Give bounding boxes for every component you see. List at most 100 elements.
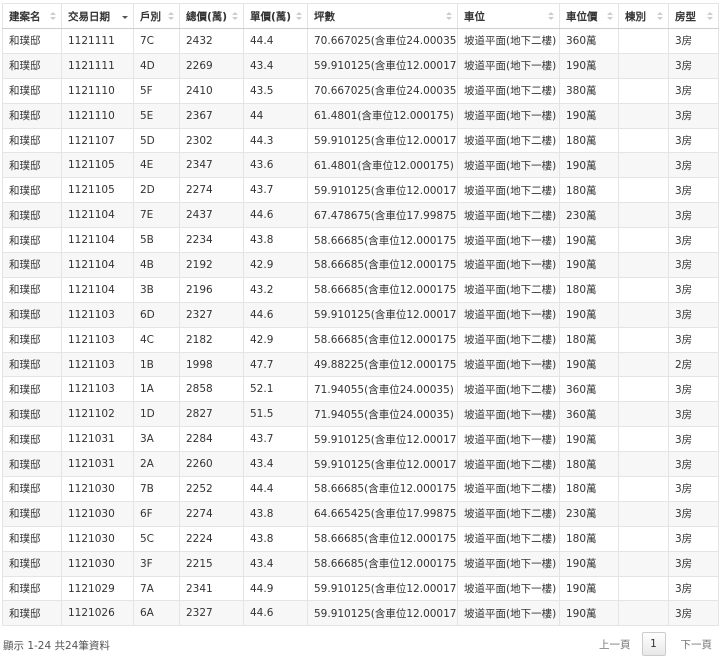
table-cell: 3房 xyxy=(668,276,719,303)
table-row[interactable]: 和璞邸 1121029 7A 2341 44.9 59.910125(含車位12.0001… xyxy=(2,575,719,602)
table-row[interactable]: 和璞邸 1121104 3B 2196 43.2 58.66685(含車位12.00017… xyxy=(2,276,719,303)
table-cell: 1121105 xyxy=(61,177,134,204)
table-cell: 1121107 xyxy=(61,127,134,154)
column-header[interactable]: 棟別 xyxy=(618,3,669,29)
table-cell: 1121110 xyxy=(61,102,134,129)
table-cell: 和璞邸 xyxy=(2,550,62,577)
sort-icon[interactable] xyxy=(707,12,713,22)
table-cell: 2192 xyxy=(179,252,244,278)
table-cell xyxy=(618,177,669,204)
table-row[interactable]: 和璞邸 1121031 2A 2260 43.4 59.910125(含車位12.0001… xyxy=(2,451,719,478)
sort-icon[interactable] xyxy=(232,12,238,22)
table-cell: 1121111 xyxy=(61,52,134,79)
column-header[interactable]: 建案名 xyxy=(2,3,62,29)
table-cell: 1121030 xyxy=(61,500,134,527)
table-row[interactable]: 和璞邸 1121110 5E 2367 44 61.4801(含車位12.000175) 坡… xyxy=(2,102,719,129)
column-header[interactable]: 車位 xyxy=(457,3,560,29)
table-row[interactable]: 和璞邸 1121102 1D 2827 51.5 71.94055(含車位24.00035… xyxy=(2,401,719,428)
table-cell: 71.94055(含車位24.00035) xyxy=(307,376,458,403)
table-cell xyxy=(618,351,669,378)
table-cell xyxy=(618,326,669,353)
table-row[interactable]: 和璞邸 1121103 1B 1998 47.7 49.88225(含車位12.00017… xyxy=(2,351,719,378)
table-cell: 2410 xyxy=(179,77,244,104)
table-cell: 7B xyxy=(133,476,180,502)
table-row[interactable]: 和璞邸 1121103 1A 2858 52.1 71.94055(含車位24.00035… xyxy=(2,376,719,403)
table-cell: 1121102 xyxy=(61,401,134,428)
table-row[interactable]: 和璞邸 1121107 5D 2302 44.3 59.910125(含車位12.0001… xyxy=(2,127,719,154)
table-cell: 43.5 xyxy=(243,77,308,104)
table-row[interactable]: 和璞邸 1121030 7B 2252 44.4 58.66685(含車位12.00017… xyxy=(2,476,719,502)
table-cell: 1121111 xyxy=(61,28,134,54)
table-cell: 和璞邸 xyxy=(2,152,62,179)
table-cell xyxy=(618,227,669,254)
table-cell: 坡道平面(地下一樓) xyxy=(457,301,560,328)
table-cell: 和璞邸 xyxy=(2,476,62,502)
table-cell: 180萬 xyxy=(559,127,619,154)
table-row[interactable]: 和璞邸 1121105 2D 2274 43.7 59.910125(含車位12.0001… xyxy=(2,177,719,204)
column-header[interactable]: 房型 xyxy=(668,3,719,29)
next-page-button[interactable]: 下一頁 xyxy=(681,637,713,652)
table-row[interactable]: 和璞邸 1121105 4E 2347 43.6 61.4801(含車位12.000175… xyxy=(2,152,719,179)
table-cell: 4D xyxy=(133,52,180,79)
table-row[interactable]: 和璞邸 1121104 4B 2192 42.9 58.66685(含車位12.00017… xyxy=(2,252,719,278)
table-row[interactable]: 和璞邸 1121030 6F 2274 43.8 64.665425(含車位17.9987… xyxy=(2,500,719,527)
table-row[interactable]: 和璞邸 1121111 7C 2432 44.4 70.667025(含車位24.0003… xyxy=(2,28,719,54)
column-header[interactable]: 戶別 xyxy=(133,3,180,29)
table-cell: 180萬 xyxy=(559,276,619,303)
sort-icon[interactable] xyxy=(168,12,174,22)
sort-icon[interactable] xyxy=(548,12,554,22)
table-cell: 3A xyxy=(133,426,180,453)
table-cell: 3房 xyxy=(668,326,719,353)
table-cell: 2432 xyxy=(179,28,244,54)
page-1-button[interactable]: 1 xyxy=(641,632,666,656)
header-row: 建案名 交易日期 戶別 總價(萬) 單價(萬) 坪數 車位 車位價 棟別 房型 xyxy=(2,3,719,29)
column-header-label: 坪數 xyxy=(314,10,335,23)
table-row[interactable]: 和璞邸 1121104 7E 2437 44.6 67.478675(含車位17.9987… xyxy=(2,202,719,229)
table-row[interactable]: 和璞邸 1121110 5F 2410 43.5 70.667025(含車位24.0003… xyxy=(2,77,719,104)
table-cell: 1121104 xyxy=(61,202,134,229)
table-cell: 190萬 xyxy=(559,252,619,278)
table-cell: 坡道平面(地下二樓) xyxy=(457,525,560,552)
table-cell: 2367 xyxy=(179,102,244,129)
table-row[interactable]: 和璞邸 1121104 5B 2234 43.8 58.66685(含車位12.00017… xyxy=(2,227,719,254)
table-cell xyxy=(618,252,669,278)
table-cell: 44.9 xyxy=(243,575,308,602)
table-cell: 1121103 xyxy=(61,351,134,378)
column-header[interactable]: 坪數 xyxy=(307,3,458,29)
sort-desc-icon[interactable] xyxy=(122,12,128,22)
table-cell: 360萬 xyxy=(559,28,619,54)
column-header[interactable]: 單價(萬) xyxy=(243,3,308,29)
table-row[interactable]: 和璞邸 1121103 6D 2327 44.6 59.910125(含車位12.0001… xyxy=(2,301,719,328)
table-cell: 43.6 xyxy=(243,152,308,179)
prev-page-button[interactable]: 上一頁 xyxy=(599,637,631,652)
sort-icon[interactable] xyxy=(50,12,56,22)
table-cell: 2341 xyxy=(179,575,244,602)
table-cell: 190萬 xyxy=(559,550,619,577)
table-cell: 59.910125(含車位12.000175) xyxy=(307,127,458,154)
column-header[interactable]: 車位價 xyxy=(559,3,619,29)
table-cell: 坡道平面(地下二樓) xyxy=(457,77,560,104)
table-row[interactable]: 和璞邸 1121111 4D 2269 43.4 59.910125(含車位12.0001… xyxy=(2,52,719,79)
table-cell: 坡道平面(地下一樓) xyxy=(457,52,560,79)
table-cell: 67.478675(含車位17.99875) xyxy=(307,202,458,229)
table-row[interactable]: 和璞邸 1121030 3F 2215 43.4 58.66685(含車位12.00017… xyxy=(2,550,719,577)
column-header[interactable]: 交易日期 xyxy=(61,3,134,29)
table-cell: 坡道平面(地下一樓) xyxy=(457,102,560,129)
table-cell: 2284 xyxy=(179,426,244,453)
table-cell: 44.6 xyxy=(243,600,308,627)
table-row[interactable]: 和璞邸 1121030 5C 2224 43.8 58.66685(含車位12.00017… xyxy=(2,525,719,552)
table-row[interactable]: 和璞邸 1121026 6A 2327 44.6 59.910125(含車位12.0001… xyxy=(2,600,719,627)
table-cell: 1121103 xyxy=(61,326,134,353)
sort-icon[interactable] xyxy=(657,12,663,22)
table-cell: 1D xyxy=(133,401,180,428)
column-header[interactable]: 總價(萬) xyxy=(179,3,244,29)
table-cell: 3房 xyxy=(668,102,719,129)
table-cell: 2274 xyxy=(179,177,244,204)
sort-icon[interactable] xyxy=(296,12,302,22)
table-row[interactable]: 和璞邸 1121103 4C 2182 42.9 58.66685(含車位12.00017… xyxy=(2,326,719,353)
table-row[interactable]: 和璞邸 1121031 3A 2284 43.7 59.910125(含車位12.0001… xyxy=(2,426,719,453)
sort-icon[interactable] xyxy=(446,12,452,22)
table-cell: 坡道平面(地下一樓) xyxy=(457,600,560,627)
table-cell: 1121103 xyxy=(61,376,134,403)
sort-icon[interactable] xyxy=(607,12,613,22)
